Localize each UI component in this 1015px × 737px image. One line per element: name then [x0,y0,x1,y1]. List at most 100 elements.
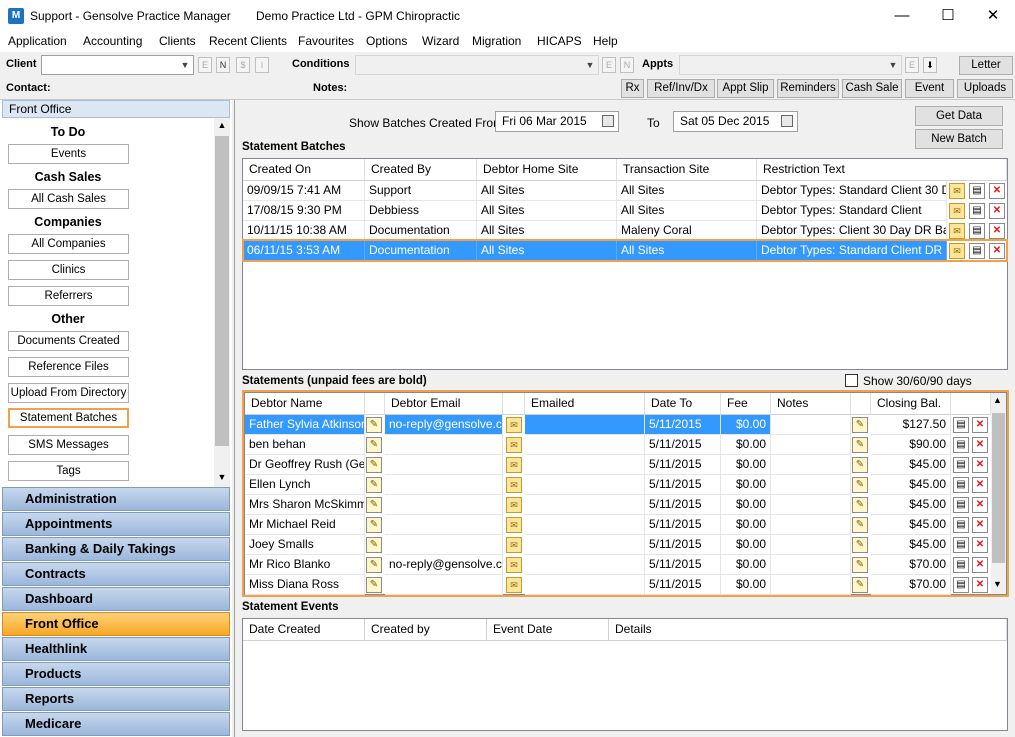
print-icon[interactable]: ▤ [969,203,985,219]
col-date-created[interactable]: Date Created [243,619,365,641]
sidebar-item-referrers[interactable]: Referrers [8,286,129,306]
scroll-thumb[interactable] [215,136,229,446]
chevron-down-icon: ▼ [888,60,898,70]
sidebar-item-statement-batches[interactable]: Statement Batches [8,408,129,428]
chevron-up-icon[interactable]: ▲ [216,120,228,134]
email-icon[interactable]: ✉ [949,183,965,199]
menu-options[interactable]: Options [366,34,407,48]
nav-dashboard[interactable]: Dashboard [2,587,230,611]
menu-hicaps[interactable]: HICAPS [537,34,582,48]
table-row[interactable]: 17/08/15 9:30 PM Debbiess All Sites All … [243,201,1007,221]
letter-button[interactable]: Letter [959,56,1013,75]
sidebar-item-all-cash-sales[interactable]: All Cash Sales [8,189,129,209]
email-icon[interactable]: ✉ [949,203,965,219]
cell-restriction-text: Debtor Types: Standard Client 30 D... [757,181,947,201]
menu-favourites[interactable]: Favourites [298,34,354,48]
col-created-on[interactable]: Created On [243,159,365,181]
nav-reports[interactable]: Reports [2,687,230,711]
sidebar-scrollbar[interactable]: ▲ ▼ [214,118,230,488]
sidebar-item-sms-messages[interactable]: SMS Messages [8,435,129,455]
print-icon[interactable]: ▤ [969,183,985,199]
conditions-combo[interactable]: ▼ [355,55,599,75]
close-button[interactable]: ✕ [970,0,1015,32]
from-date-picker[interactable]: Fri 06 Mar 2015 [495,111,619,132]
cell-created-by: Support [365,181,477,201]
show-aging-checkbox[interactable] [845,374,858,387]
conditions-edit-button[interactable]: E [602,57,616,73]
cell-created-by: Documentation [365,221,477,241]
maximize-button[interactable]: ☐ [925,0,971,32]
window-title: Support - Gensolve Practice Manager [30,9,231,23]
nav-medicare[interactable]: Medicare [2,712,230,736]
menu-accounting[interactable]: Accounting [83,34,142,48]
download-icon[interactable]: ⬇ [923,57,937,73]
conditions-new-button[interactable]: N [620,57,634,73]
table-row[interactable]: 10/11/15 10:38 AM Documentation All Site… [243,221,1007,241]
window-subtitle: Demo Practice Ltd - GPM Chiropractic [256,9,461,23]
col-restriction-text[interactable]: Restriction Text [757,159,1007,181]
appts-edit-button[interactable]: E [905,57,919,73]
nav-appointments[interactable]: Appointments [2,512,230,536]
sidebar-item-upload-from-directory[interactable]: Upload From Directory [8,383,129,403]
group-title-companies: Companies [34,215,102,229]
uploads-button[interactable]: Uploads [957,79,1013,98]
menu-clients[interactable]: Clients [159,34,196,48]
to-label: To [647,116,660,130]
rx-button[interactable]: Rx [621,79,644,98]
contact-label: Contact: [6,82,51,94]
client-new-button[interactable]: N [216,57,230,73]
nav-contracts[interactable]: Contracts [2,562,230,586]
new-batch-button[interactable]: New Batch [915,129,1003,149]
gensolve-logo-icon: M [8,8,24,24]
to-date-picker[interactable]: Sat 05 Dec 2015 [673,111,798,132]
nav-products[interactable]: Products [2,662,230,686]
delete-icon[interactable]: ✕ [989,203,1005,219]
nav-healthlink[interactable]: Healthlink [2,637,230,661]
sidebar-item-clinics[interactable]: Clinics [8,260,129,280]
reminders-button[interactable]: Reminders [777,79,839,98]
get-data-button[interactable]: Get Data [915,106,1003,126]
sidebar-item-tags[interactable]: Tags [8,461,129,481]
cell-transaction-site: All Sites [617,201,757,221]
statements-highlight [242,390,1009,597]
delete-icon[interactable]: ✕ [989,183,1005,199]
client-combo[interactable]: ▼ [41,55,194,75]
sidebar-item-documents-created[interactable]: Documents Created [8,331,129,351]
table-row[interactable]: 09/09/15 7:41 AM Support All Sites All S… [243,181,1007,201]
menu-bar: Application Accounting Clients Recent Cl… [0,32,1015,52]
sidebar-item-reference-files[interactable]: Reference Files [8,357,129,377]
calendar-icon[interactable] [781,115,793,127]
cell-created-on: 09/09/15 7:41 AM [243,181,365,201]
col-transaction-site[interactable]: Transaction Site [617,159,757,181]
appt-slip-button[interactable]: Appt Slip [717,79,774,98]
col-created-by-event[interactable]: Created by [365,619,487,641]
col-created-by[interactable]: Created By [365,159,477,181]
email-icon[interactable]: ✉ [949,223,965,239]
group-title-other: Other [51,312,85,326]
sidebar-item-events[interactable]: Events [8,144,129,164]
cash-sale-button[interactable]: Cash Sale [842,79,902,98]
nav-administration[interactable]: Administration [2,487,230,511]
appts-combo[interactable]: ▼ [679,55,902,75]
col-event-date[interactable]: Event Date [487,619,609,641]
chevron-down-icon[interactable]: ▼ [216,472,228,486]
delete-icon[interactable]: ✕ [989,223,1005,239]
calendar-icon[interactable] [602,115,614,127]
print-icon[interactable]: ▤ [969,223,985,239]
client-account-button[interactable]: $ [236,57,250,73]
menu-migration[interactable]: Migration [472,34,521,48]
minimize-button[interactable]: — [879,0,925,32]
sidebar-item-all-companies[interactable]: All Companies [8,234,129,254]
event-button[interactable]: Event [905,79,954,98]
client-edit-button[interactable]: E [198,57,212,73]
col-debtor-home-site[interactable]: Debtor Home Site [477,159,617,181]
menu-help[interactable]: Help [593,34,618,48]
menu-application[interactable]: Application [8,34,67,48]
menu-wizard[interactable]: Wizard [422,34,459,48]
client-info-button[interactable]: i [255,57,269,73]
col-details[interactable]: Details [609,619,1007,641]
nav-banking[interactable]: Banking & Daily Takings [2,537,230,561]
menu-recent-clients[interactable]: Recent Clients [209,34,287,48]
ref-inv-dx-button[interactable]: Ref/Inv/Dx [647,79,715,98]
nav-front-office[interactable]: Front Office [2,612,230,636]
